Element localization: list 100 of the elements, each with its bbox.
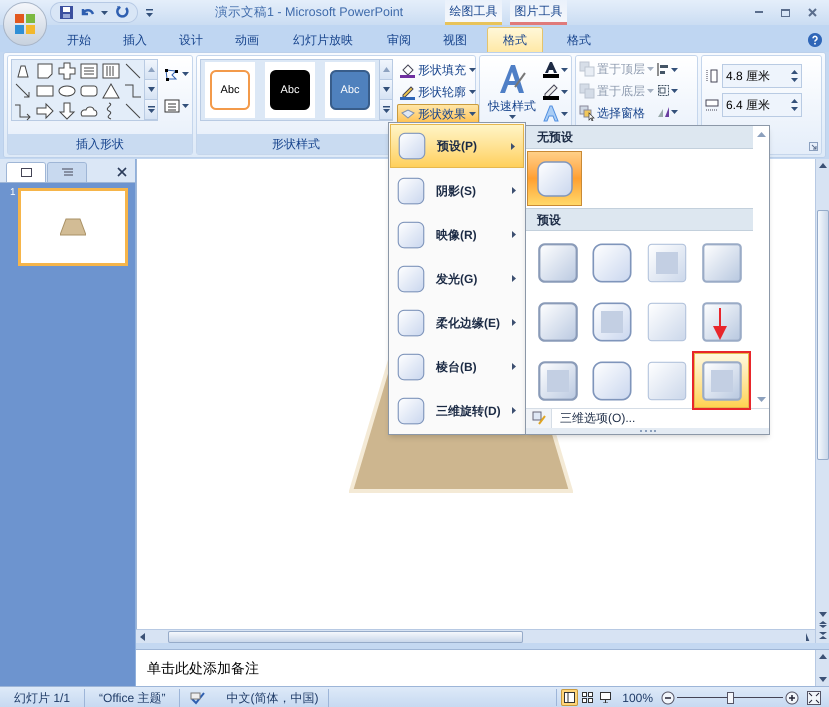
more-icon[interactable] bbox=[382, 106, 390, 113]
menu-item[interactable]: 柔化边缘(E) bbox=[390, 300, 524, 344]
edit-shape-button[interactable] bbox=[164, 67, 189, 81]
close-icon[interactable] bbox=[808, 8, 817, 17]
resize-handle[interactable] bbox=[526, 428, 769, 434]
vertical-text-icon[interactable] bbox=[101, 61, 121, 81]
caret-icon bbox=[508, 115, 516, 119]
previous-slide-icon[interactable] bbox=[818, 621, 826, 628]
ribbon-tab[interactable]: 开始 bbox=[51, 27, 107, 52]
text-box-icon[interactable] bbox=[79, 61, 99, 81]
ribbon-tab[interactable]: 审阅 bbox=[371, 27, 427, 52]
menu-item[interactable]: 映像(R) bbox=[390, 212, 524, 256]
zoom-slider[interactable] bbox=[677, 690, 783, 704]
shape-style-swatch[interactable]: Abc bbox=[270, 70, 310, 110]
minimize-icon[interactable] bbox=[755, 11, 763, 14]
scroll-left-arrow-icon[interactable] bbox=[140, 632, 145, 640]
slide-thumbnail[interactable] bbox=[18, 188, 128, 266]
down-arrow-icon[interactable] bbox=[57, 101, 77, 121]
maximize-icon[interactable] bbox=[781, 8, 790, 16]
ribbon-tab[interactable]: 幻灯片放映 bbox=[275, 27, 371, 52]
preset-thumbnail bbox=[536, 300, 580, 344]
line-icon[interactable] bbox=[123, 61, 143, 81]
text-effects-button[interactable] bbox=[543, 105, 568, 122]
fit-window-icon[interactable] bbox=[807, 690, 821, 704]
menu-item[interactable]: 棱台(B) bbox=[390, 344, 524, 388]
pane-tab[interactable] bbox=[47, 162, 87, 182]
scroll-up-arrow-icon[interactable] bbox=[818, 163, 826, 168]
scroll-right-arrow-icon[interactable] bbox=[806, 632, 811, 640]
theme-name: “Office 主题” bbox=[85, 688, 180, 706]
gallery-scroll-button[interactable] bbox=[145, 80, 157, 100]
ribbon-command[interactable]: 形状效果 bbox=[397, 104, 479, 124]
submenu-arrow-icon bbox=[512, 407, 516, 414]
dialog-launcher-icon[interactable] bbox=[809, 142, 818, 151]
caret-icon bbox=[182, 72, 189, 76]
scroll-down-arrow-icon[interactable] bbox=[818, 612, 826, 617]
cross-icon[interactable] bbox=[57, 61, 77, 81]
menu-item[interactable]: 发光(G) bbox=[390, 256, 524, 300]
size-field[interactable]: 4.8 厘米 bbox=[722, 64, 802, 88]
text-outline-button[interactable] bbox=[543, 83, 568, 100]
menu-item[interactable]: 阴影(S) bbox=[390, 168, 524, 212]
window-title: 演示文稿1 - Microsoft PowerPoint bbox=[215, 4, 404, 22]
size-field[interactable]: 6.4 厘米 bbox=[722, 93, 802, 117]
text-box-button[interactable] bbox=[164, 99, 189, 113]
next-slide-icon[interactable] bbox=[818, 632, 826, 639]
ribbon-command[interactable]: 形状轮廓 bbox=[397, 82, 479, 102]
zoom-in-icon[interactable] bbox=[785, 690, 799, 704]
close-icon[interactable] bbox=[117, 167, 127, 177]
scroll-thumb[interactable] bbox=[168, 630, 523, 642]
vertical-scrollbar[interactable] bbox=[815, 159, 829, 643]
rotate-button[interactable] bbox=[657, 105, 678, 118]
line-icon[interactable] bbox=[123, 101, 143, 121]
ribbon-tab[interactable]: 动画 bbox=[219, 27, 275, 52]
ribbon-tab[interactable]: 设计 bbox=[163, 27, 219, 52]
scroll-down-arrow-icon[interactable] bbox=[818, 677, 826, 682]
pencil-icon bbox=[543, 83, 559, 100]
folded-note-icon[interactable] bbox=[35, 61, 55, 81]
scroll-up-arrow-icon[interactable] bbox=[818, 654, 826, 659]
three-d-options-icon bbox=[530, 410, 546, 426]
menu-item[interactable]: 预设(P) bbox=[390, 124, 524, 168]
zoom-out-icon[interactable] bbox=[661, 690, 675, 704]
language: 中文(简体，中国) bbox=[216, 688, 330, 706]
gallery-scroll-button[interactable] bbox=[380, 100, 392, 120]
normal-view-icon bbox=[564, 692, 576, 703]
shape-style-swatch[interactable]: Abc bbox=[210, 70, 250, 110]
ribbon-tab[interactable]: 格式 bbox=[487, 27, 543, 52]
grip-icon bbox=[640, 430, 656, 432]
align-button[interactable] bbox=[657, 63, 678, 76]
more-icon[interactable] bbox=[148, 106, 154, 113]
ribbon-command[interactable]: 形状填充 bbox=[397, 60, 479, 80]
spell-check-icon[interactable] bbox=[190, 690, 206, 704]
scroll-up-arrow-icon[interactable] bbox=[756, 132, 766, 137]
view-button[interactable] bbox=[561, 689, 578, 706]
group-button[interactable] bbox=[657, 84, 678, 97]
customize-toolbar-icon[interactable] bbox=[146, 8, 153, 16]
scroll-down-arrow-icon[interactable] bbox=[382, 87, 390, 92]
caret-icon bbox=[469, 90, 476, 94]
gallery-scroll-button[interactable] bbox=[380, 80, 392, 100]
contextual-tab-group: 图片工具 bbox=[510, 0, 567, 25]
help-icon[interactable] bbox=[808, 33, 822, 47]
horizontal-scrollbar[interactable] bbox=[136, 629, 815, 643]
submenu-arrow-icon bbox=[512, 187, 516, 194]
scroll-thumb[interactable] bbox=[816, 210, 828, 460]
scroll-down-arrow-icon[interactable] bbox=[148, 87, 154, 92]
text-fill-button[interactable] bbox=[543, 61, 568, 78]
menu-item[interactable]: 三维旋转(D) bbox=[390, 388, 524, 432]
gallery-heading: 预设 bbox=[526, 208, 753, 231]
ribbon-tab[interactable]: 插入 bbox=[107, 27, 163, 52]
ribbon-tab[interactable]: 格式 bbox=[551, 27, 607, 52]
gallery-scroll-button[interactable] bbox=[145, 100, 157, 120]
shape-style-swatch[interactable]: Abc bbox=[330, 70, 370, 110]
right-arrow-icon[interactable] bbox=[35, 101, 55, 121]
triangle-icon[interactable] bbox=[101, 81, 121, 101]
save-icon[interactable] bbox=[59, 5, 74, 20]
notes-scrollbar[interactable] bbox=[815, 650, 829, 686]
redo-icon[interactable] bbox=[114, 5, 129, 20]
ribbon-tab[interactable]: 视图 bbox=[427, 27, 483, 52]
no-preset-option[interactable] bbox=[527, 151, 582, 206]
zoom-slider-thumb[interactable] bbox=[727, 692, 734, 704]
arrange-command[interactable]: 选择窗格 bbox=[579, 103, 654, 123]
pane-tab[interactable] bbox=[6, 162, 46, 182]
